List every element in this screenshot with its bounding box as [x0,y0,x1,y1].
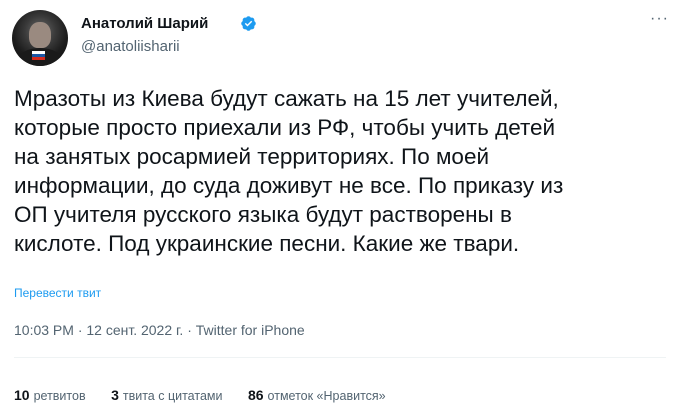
flag-icon [32,51,45,60]
tweet-timestamp[interactable]: 10:03 PM · 12 сент. 2022 г. · Twitter fo… [14,322,305,338]
author-handle[interactable]: @anatoliisharii [81,38,180,55]
tweet-text-line: ОП учителя русского языка будут растворе… [14,202,512,227]
tweet-text-line: на занятых росармией территориях. По мое… [14,144,490,169]
tweet-text-line: кислоте. Под украинские песни. Какие же … [14,231,520,256]
tweet-text-line: информации, до суда доживут не все. По п… [14,173,564,198]
retweets-count: 10 [14,387,30,403]
translate-tweet-link[interactable]: Перевести твит [14,286,101,300]
retweets-stat[interactable]: 10 ретвитов [14,387,86,403]
author-name[interactable]: Анатолий Шарий [81,15,208,32]
divider [14,357,666,358]
quotes-count: 3 [111,387,119,403]
retweets-label: ретвитов [33,389,86,403]
tweet-text: Мразоты из Киева будут сажать на 15 лет … [14,84,674,258]
verified-badge-icon [241,16,256,31]
likes-count: 86 [247,387,264,403]
tweet-text-line: которые просто приехали из РФ, чтобы учи… [14,115,556,140]
quotes-label: твита с цитатами [122,389,223,403]
avatar[interactable] [12,10,68,66]
likes-stat[interactable]: 86 отметок «Нравится» [248,387,386,403]
tweet-card: Анатолий Шарий @anatoliisharii ··· Мразо… [0,0,680,417]
likes-label: отметок «Нравится» [267,389,386,403]
quotes-stat[interactable]: 3 твита с цитатами [111,387,222,403]
tweet-text-line: Мразоты из Киева будут сажать на 15 лет … [14,86,559,111]
engagement-stats: 10 ретвитов 3 твита с цитатами 86 отметок «… [14,387,408,403]
more-dots-icon[interactable]: ··· [650,10,669,28]
avatar-face [29,22,51,48]
